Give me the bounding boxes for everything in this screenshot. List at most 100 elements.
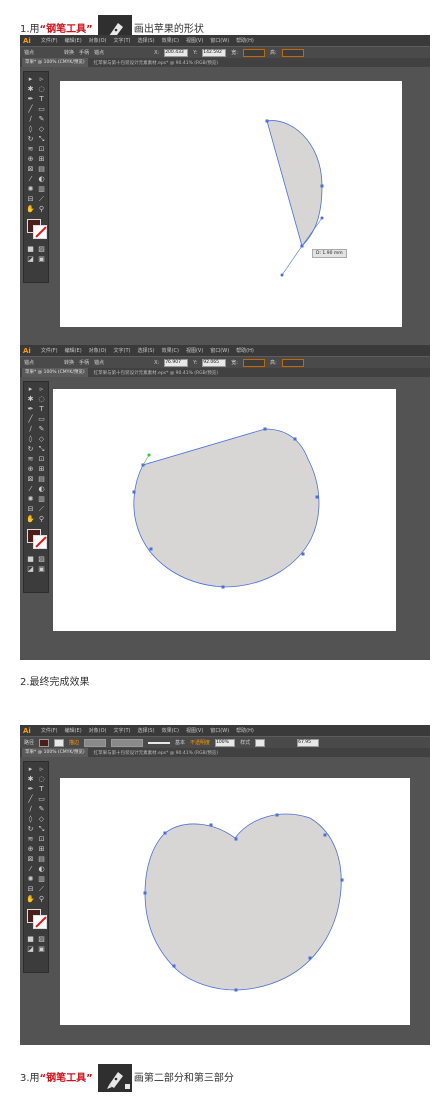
- stroke-dropdown[interactable]: [54, 738, 65, 747]
- menu-effect[interactable]: 效果(C): [162, 727, 179, 734]
- perspective-icon[interactable]: ⊞: [37, 155, 46, 163]
- eyedropper-icon[interactable]: ⁄: [26, 485, 35, 493]
- menu-effect[interactable]: 效果(C): [162, 37, 179, 44]
- menu-help[interactable]: 帮助(H): [236, 37, 254, 44]
- artboard[interactable]: [53, 389, 396, 631]
- brush-tool-icon[interactable]: ∕: [26, 425, 35, 433]
- scale-tool-icon[interactable]: ⤡: [37, 445, 46, 453]
- menu-type[interactable]: 文字(T): [114, 727, 131, 734]
- stroke-swatch[interactable]: [33, 225, 47, 239]
- hand-tool-icon[interactable]: ✋: [26, 895, 35, 903]
- menu-help[interactable]: 帮助(H): [236, 727, 254, 734]
- menu-help[interactable]: 帮助(H): [236, 347, 254, 354]
- menu-file[interactable]: 文件(F): [41, 347, 58, 354]
- zoom-tool-icon[interactable]: ⚲: [37, 205, 46, 213]
- screen-mode-icon[interactable]: ▣: [37, 565, 46, 573]
- brush-tool-icon[interactable]: ∕: [26, 805, 35, 813]
- brush-stroke-preview[interactable]: [148, 741, 171, 744]
- lasso-icon[interactable]: ◌: [37, 395, 46, 403]
- magic-wand-icon[interactable]: ✱: [26, 85, 35, 93]
- tab-document-2[interactable]: 红苹果与第十包装设计元素素材.eps* @ 90.41% (RGB/预览): [94, 750, 218, 756]
- ctrl-y-input[interactable]: 92.065: [202, 358, 227, 367]
- slice-tool-icon[interactable]: ⟋: [37, 885, 46, 893]
- opacity-input[interactable]: 100%: [215, 738, 236, 747]
- shape-builder-icon[interactable]: ⊕: [26, 155, 35, 163]
- ctrl-handle[interactable]: 手柄: [79, 49, 89, 56]
- gradient-tool-icon[interactable]: ▤: [37, 475, 46, 483]
- menu-select[interactable]: 选择(S): [137, 347, 154, 354]
- ctrl-x-input[interactable]: 76.907: [164, 358, 189, 367]
- ctrl-w-input[interactable]: [242, 358, 265, 367]
- symbol-sprayer-icon[interactable]: ✺: [26, 185, 35, 193]
- stroke-style[interactable]: 基本: [175, 739, 185, 746]
- perspective-icon[interactable]: ⊞: [37, 465, 46, 473]
- rectangle-tool-icon[interactable]: ▭: [37, 415, 46, 423]
- menu-window[interactable]: 窗口(W): [210, 727, 229, 734]
- warp-tool-icon[interactable]: ≋: [26, 145, 35, 153]
- stroke-swatch[interactable]: [33, 535, 47, 549]
- shape-builder-icon[interactable]: ⊕: [26, 845, 35, 853]
- ctrl-y-input[interactable]: 142.592: [202, 48, 227, 57]
- warp-tool-icon[interactable]: ≋: [26, 835, 35, 843]
- menu-window[interactable]: 窗口(W): [210, 347, 229, 354]
- eraser-tool-icon[interactable]: ◇: [37, 125, 46, 133]
- blend-tool-icon[interactable]: ◐: [37, 485, 46, 493]
- type-tool-icon[interactable]: T: [37, 95, 46, 103]
- warp-tool-icon[interactable]: ≋: [26, 455, 35, 463]
- mesh-tool-icon[interactable]: ⊠: [26, 165, 35, 173]
- fill-stroke-swatches[interactable]: [26, 909, 47, 929]
- direct-selection-tool-icon[interactable]: ▹: [37, 385, 46, 393]
- ctrl-handle[interactable]: 手柄: [79, 359, 89, 366]
- type-tool-icon[interactable]: T: [37, 405, 46, 413]
- menu-object[interactable]: 对象(O): [89, 727, 107, 734]
- blend-tool-icon[interactable]: ◐: [37, 865, 46, 873]
- menu-effect[interactable]: 效果(C): [162, 347, 179, 354]
- lasso-icon[interactable]: ◌: [37, 85, 46, 93]
- color-mode-icon[interactable]: ■: [26, 245, 35, 253]
- shape-builder-icon[interactable]: ⊕: [26, 465, 35, 473]
- tab-document-active[interactable]: 苹果* @ 100% (CMYK/预览): [22, 58, 88, 67]
- perspective-icon[interactable]: ⊞: [37, 845, 46, 853]
- rectangle-tool-icon[interactable]: ▭: [37, 105, 46, 113]
- graph-tool-icon[interactable]: ▥: [37, 875, 46, 883]
- line-tool-icon[interactable]: ╱: [26, 105, 35, 113]
- blob-brush-icon[interactable]: ◊: [26, 125, 35, 133]
- free-transform-icon[interactable]: ⊡: [37, 455, 46, 463]
- ctrl-anchor[interactable]: 锚点: [94, 49, 104, 56]
- menu-file[interactable]: 文件(F): [41, 727, 58, 734]
- mesh-tool-icon[interactable]: ⊠: [26, 855, 35, 863]
- tab-document-2[interactable]: 红苹果与第十包装设计元素素材.eps* @ 90.41% (RGB/预览): [94, 60, 218, 66]
- line-tool-icon[interactable]: ╱: [26, 795, 35, 803]
- slice-tool-icon[interactable]: ⟋: [37, 195, 46, 203]
- artboard-tool-icon[interactable]: ⊟: [26, 505, 35, 513]
- magic-wand-icon[interactable]: ✱: [26, 775, 35, 783]
- eyedropper-icon[interactable]: ⁄: [26, 175, 35, 183]
- gradient-tool-icon[interactable]: ▤: [37, 165, 46, 173]
- ctrl-h-input[interactable]: [281, 358, 304, 367]
- direct-selection-tool-icon[interactable]: ▹: [37, 765, 46, 773]
- ctrl-x-input[interactable]: 200.433: [164, 48, 189, 57]
- fill-stroke-swatches[interactable]: [26, 219, 47, 239]
- pencil-tool-icon[interactable]: ✎: [37, 115, 46, 123]
- none-mode-icon[interactable]: ▨: [37, 935, 46, 943]
- style-dropdown[interactable]: [255, 738, 266, 747]
- tab-document-2[interactable]: 红苹果与第十包装设计元素素材.eps* @ 90.41% (RGB/预览): [94, 370, 218, 376]
- selection-tool-icon[interactable]: ▸: [26, 385, 35, 393]
- menu-type[interactable]: 文字(T): [114, 37, 131, 44]
- tab-document-active[interactable]: 苹果* @ 100% (CMYK/预览): [22, 368, 88, 377]
- none-mode-icon[interactable]: ▨: [37, 245, 46, 253]
- rectangle-tool-icon[interactable]: ▭: [37, 795, 46, 803]
- draw-mode-icon[interactable]: ◪: [26, 255, 35, 263]
- draw-mode-icon[interactable]: ◪: [26, 565, 35, 573]
- zoom-tool-icon[interactable]: ⚲: [37, 895, 46, 903]
- fill-dropdown[interactable]: [39, 738, 50, 747]
- blend-tool-icon[interactable]: ◐: [37, 175, 46, 183]
- scale-tool-icon[interactable]: ⤡: [37, 825, 46, 833]
- eraser-tool-icon[interactable]: ◇: [37, 435, 46, 443]
- lasso-icon[interactable]: ◌: [37, 775, 46, 783]
- free-transform-icon[interactable]: ⊡: [37, 145, 46, 153]
- direct-selection-tool-icon[interactable]: ▹: [37, 75, 46, 83]
- stroke-swatch[interactable]: [33, 915, 47, 929]
- symbol-sprayer-icon[interactable]: ✺: [26, 875, 35, 883]
- scale-tool-icon[interactable]: ⤡: [37, 135, 46, 143]
